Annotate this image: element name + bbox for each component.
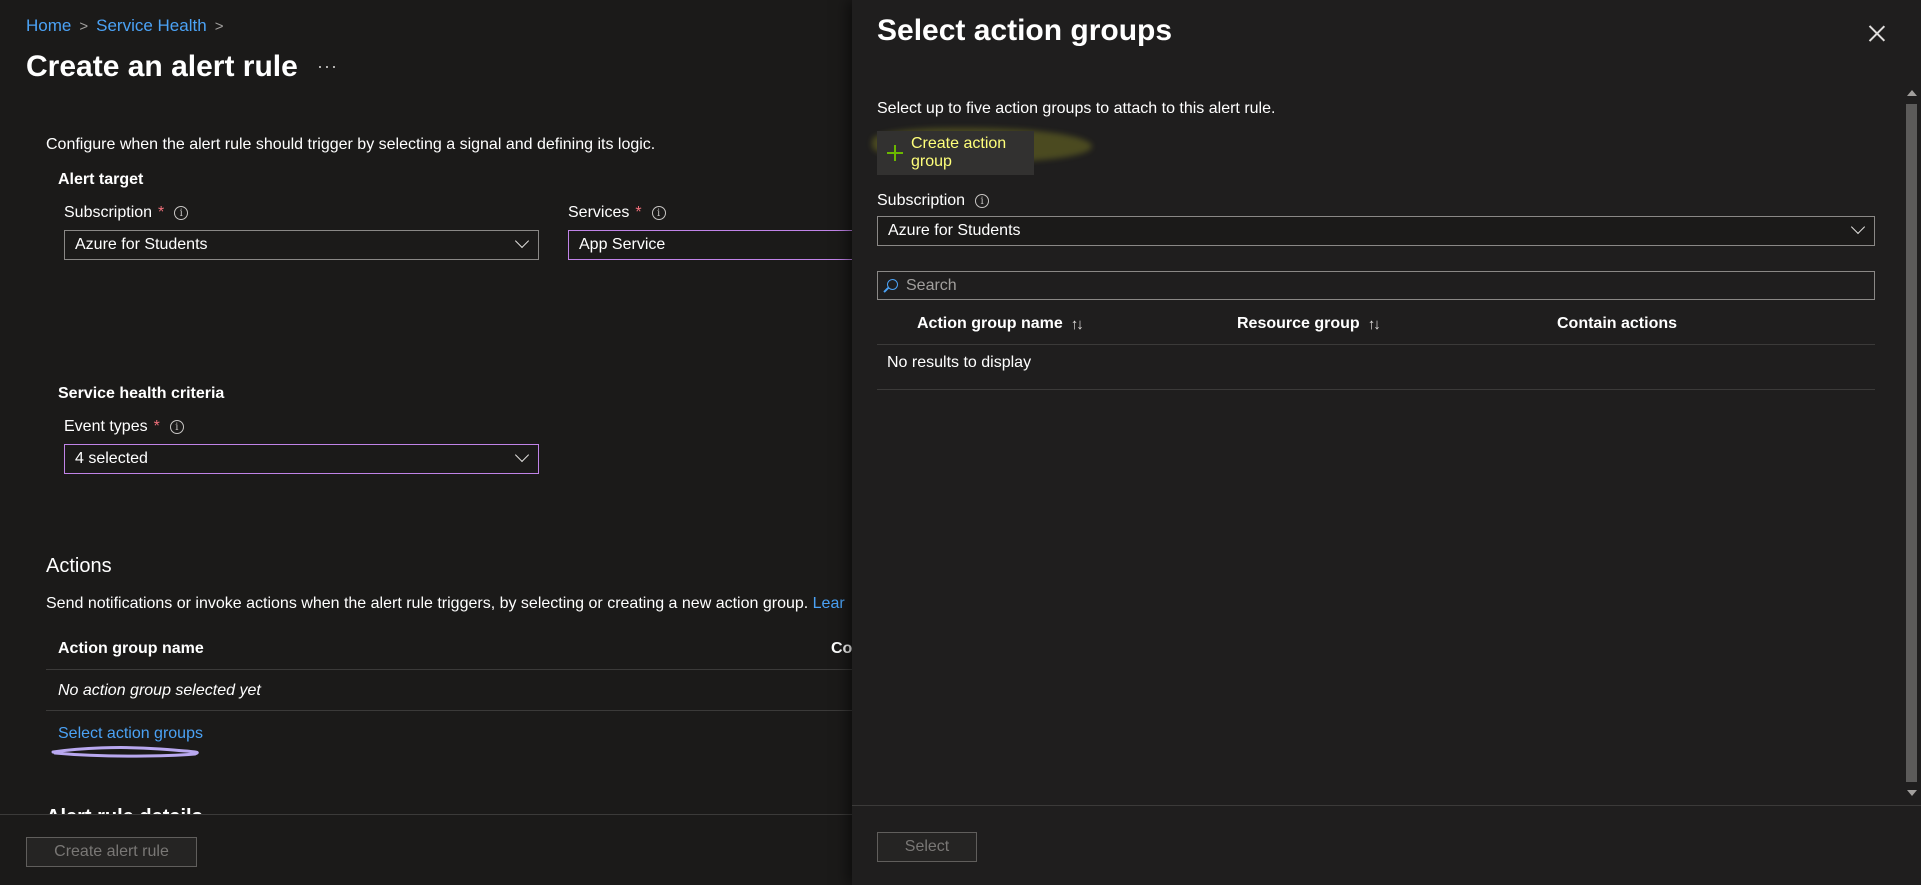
column-action-group-name: Action group name [58,640,204,657]
column-action-group-name-header[interactable]: Action group name ↑↓ [917,315,1084,333]
panel-subscription-label-text: Subscription [877,192,966,209]
action-groups-table-header: Action group name ↑↓ Resource group ↑↓ C… [877,306,1875,345]
subscription-label-text: Subscription [64,204,153,221]
select-action-groups-link[interactable]: Select action groups [58,725,203,743]
table-row: No action group selected yet [46,671,852,711]
scroll-down-icon[interactable] [1907,790,1917,796]
bottom-action-bar: Create alert rule [0,814,852,885]
info-icon[interactable]: i [169,420,184,434]
chevron-down-icon [1852,224,1864,236]
required-marker: * [635,204,642,221]
info-icon[interactable]: i [651,206,666,220]
create-action-group-label: Create action group [911,135,1007,170]
subscription-label: Subscription * i [64,204,189,222]
no-results-text: No results to display [887,354,1032,371]
more-options-icon[interactable]: ··· [317,56,338,77]
subscription-dropdown-value: Azure for Students [75,236,208,253]
root: Home > Service Health > Create an alert … [0,0,1921,885]
actions-description: Send notifications or invoke actions whe… [46,595,845,613]
select-button[interactable]: Select [877,832,977,862]
scroll-up-icon[interactable] [1907,90,1917,96]
required-marker: * [158,204,165,221]
actions-table-header: Action group name Co [46,628,852,670]
select-action-groups-panel: Select action groups Select up to five a… [852,0,1921,885]
actions-heading: Actions [46,555,112,577]
column-resource-group-header[interactable]: Resource group ↑↓ [1237,315,1381,333]
breadcrumb-separator-icon: > [79,17,89,35]
column-action-group-name-label: Action group name [917,315,1063,332]
column-contain-actions-header: Contain actions [1557,315,1677,333]
breadcrumb-home-link[interactable]: Home [26,16,71,36]
breadcrumb-service-health-link[interactable]: Service Health [96,16,207,36]
create-alert-rule-page: Home > Service Health > Create an alert … [0,0,868,885]
breadcrumb-separator-icon: > [214,17,224,35]
event-types-label-text: Event types [64,418,148,435]
event-types-dropdown-value: 4 selected [75,450,148,467]
breadcrumb: Home > Service Health > [26,16,223,36]
info-icon[interactable]: i [174,206,189,220]
actions-description-text: Send notifications or invoke actions whe… [46,595,813,612]
alert-rule-details-heading-clipped: Alert rule details [46,806,203,814]
service-health-criteria-heading: Service health criteria [58,385,225,402]
info-icon[interactable]: i [975,194,990,208]
close-icon[interactable] [1868,24,1886,42]
column-contains: Co [831,640,853,657]
create-action-group-button[interactable]: Create action group [877,131,1034,175]
pen-underline-annotation [51,746,199,758]
page-title: Create an alert rule [26,50,298,83]
services-label: Services * i [568,204,666,222]
alert-target-heading: Alert target [58,171,144,188]
panel-subscription-value: Azure for Students [888,222,1021,239]
learn-more-link[interactable]: Lear [813,595,845,612]
panel-title: Select action groups [877,14,1173,47]
search-input[interactable]: Search [877,271,1875,300]
search-icon [887,279,898,290]
chevron-down-icon [516,238,528,250]
panel-footer: Select [852,805,1921,885]
create-alert-rule-button[interactable]: Create alert rule [26,837,197,867]
chevron-down-icon [516,452,528,464]
plus-icon [887,145,903,161]
panel-description: Select up to five action groups to attac… [877,100,1276,117]
panel-subscription-label: Subscription i [877,192,990,210]
sort-icon[interactable]: ↑↓ [1071,316,1084,333]
services-dropdown-value: App Service [579,236,666,253]
panel-subscription-dropdown[interactable]: Azure for Students [877,216,1875,246]
search-placeholder: Search [906,276,957,294]
intro-text: Configure when the alert rule should tri… [46,136,656,153]
required-marker: * [153,418,160,435]
empty-row-text: No action group selected yet [58,682,261,699]
column-contain-actions-label: Contain actions [1557,315,1678,332]
services-dropdown[interactable]: App Service [568,230,868,260]
event-types-dropdown[interactable]: 4 selected [64,444,539,474]
panel-scrollbar[interactable] [1902,84,1921,802]
column-resource-group-label: Resource group [1237,315,1360,332]
services-label-text: Services [568,204,630,221]
sort-icon[interactable]: ↑↓ [1368,316,1381,333]
event-types-label: Event types * i [64,418,184,436]
table-row: No results to display [877,346,1875,390]
scrollbar-thumb[interactable] [1906,104,1917,782]
subscription-dropdown[interactable]: Azure for Students [64,230,539,260]
